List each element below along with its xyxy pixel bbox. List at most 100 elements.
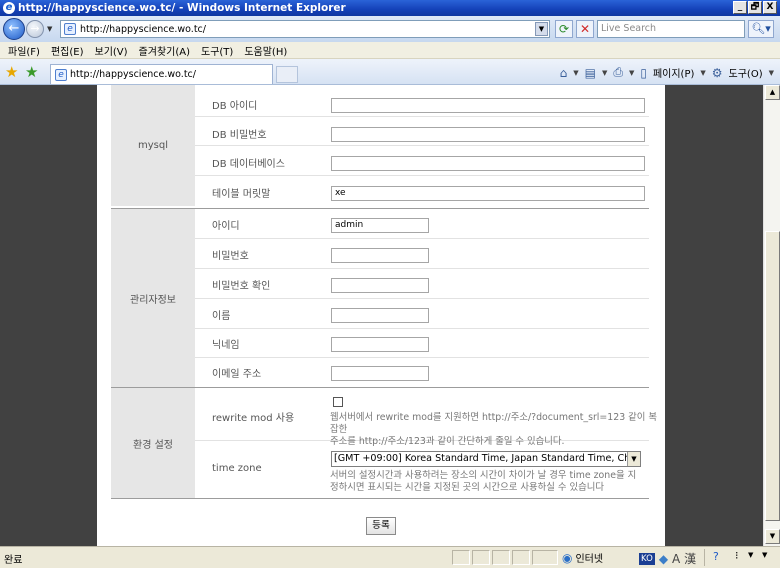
tab-bar: ★ ★ e http://happyscience.wo.tc/ ⌂ ▼ ▤ ▼ ⎙… <box>0 59 780 85</box>
admin-category: 관리자정보 <box>111 209 195 387</box>
page-menu-icon[interactable]: ▯ <box>640 66 647 80</box>
page-menu[interactable]: 페이지(P) <box>653 65 694 80</box>
address-bar[interactable]: e http://happyscience.wo.tc/ ▼ <box>60 20 550 38</box>
timezone-help-line1: 서버의 설정시간과 사용하려는 장소의 시간이 차이가 날 경우 time zo… <box>330 470 637 481</box>
new-tab-button[interactable] <box>276 66 298 83</box>
tab-title: http://happyscience.wo.tc/ <box>70 69 196 80</box>
ime-options-dropdown-icon[interactable]: ▼ <box>748 551 753 559</box>
status-segment <box>492 550 510 565</box>
ime-language-indicator[interactable]: KO <box>639 552 655 565</box>
table-prefix-row: 테이블 머릿말 xe <box>195 176 649 206</box>
menu-tools[interactable]: 도구(T) <box>201 43 233 58</box>
admin-email-input[interactable] <box>331 366 429 381</box>
install-form-panel: mysql DB 아이디 DB 비밀번호 DB 데이터베이스 테이블 머릿말 x… <box>97 85 665 546</box>
page-icon: e <box>64 23 76 35</box>
vertical-scrollbar[interactable]: ▲ ▼ <box>763 85 780 546</box>
print-icon[interactable]: ⎙ <box>613 65 623 80</box>
tools-gear-icon[interactable]: ⚙ <box>712 66 723 80</box>
db-password-row: DB 비밀번호 <box>195 117 649 146</box>
chevron-down-icon[interactable]: ▼ <box>627 452 640 466</box>
admin-password-confirm-input[interactable] <box>331 278 429 293</box>
db-id-label: DB 아이디 <box>212 101 258 112</box>
menu-bar: 파일(F) 편집(E) 보기(V) 즐겨찾기(A) 도구(T) 도움말(H) <box>0 42 780 59</box>
admin-email-row: 이메일 주소 <box>195 358 649 387</box>
address-url[interactable]: http://happyscience.wo.tc/ <box>80 24 206 35</box>
section-divider <box>111 498 649 499</box>
add-favorites-icon[interactable]: ★ <box>25 63 38 81</box>
status-separator <box>704 549 705 566</box>
db-name-row: DB 데이터베이스 <box>195 146 649 176</box>
address-dropdown-icon[interactable]: ▼ <box>535 22 548 36</box>
print-dropdown-icon[interactable]: ▼ <box>629 69 634 77</box>
page-dropdown-icon[interactable]: ▼ <box>700 69 705 77</box>
window-title-bar: e http://happyscience.wo.tc/ - Windows I… <box>0 0 780 16</box>
timezone-label: time zone <box>212 463 262 474</box>
admin-name-label: 이름 <box>212 311 231 322</box>
db-name-input[interactable] <box>331 156 645 171</box>
admin-id-input[interactable]: admin <box>331 218 429 233</box>
status-segment <box>472 550 490 565</box>
admin-id-row: 아이디 admin <box>195 209 649 239</box>
timezone-help-text: 서버의 설정시간과 사용하려는 장소의 시간이 차이가 날 경우 time zo… <box>330 470 636 494</box>
stop-button[interactable]: ✕ <box>576 20 594 38</box>
refresh-button[interactable]: ⟳ <box>555 20 573 38</box>
page-viewport: mysql DB 아이디 DB 비밀번호 DB 데이터베이스 테이블 머릿말 x… <box>0 85 763 546</box>
admin-password-confirm-row: 비밀번호 확인 <box>195 269 649 299</box>
menu-help[interactable]: 도움말(H) <box>244 43 287 58</box>
history-dropdown-icon[interactable]: ▼ <box>47 25 52 33</box>
rewrite-help-line1: 웹서버에서 rewrite mod를 지원하면 http://주소/?docum… <box>330 412 657 435</box>
navigation-bar: ← → ▼ e http://happyscience.wo.tc/ ▼ ⟳ ✕… <box>0 16 780 42</box>
menu-edit[interactable]: 편집(E) <box>51 43 84 58</box>
ime-options-icon[interactable]: ⁝ <box>735 549 739 562</box>
submit-button[interactable]: 등록 <box>366 517 396 535</box>
menu-favorites[interactable]: 즐겨찾기(A) <box>139 43 190 58</box>
ime-char-mode[interactable]: A 漢 <box>672 550 696 567</box>
timezone-selected-value: [GMT +09:00] Korea Standard Time, Japan … <box>334 453 640 464</box>
status-segment <box>512 550 530 565</box>
maximize-button[interactable]: 🗗 <box>748 1 762 14</box>
scroll-up-arrow-icon[interactable]: ▲ <box>765 85 780 100</box>
env-category: 환경 설정 <box>111 388 195 498</box>
tab-current[interactable]: e http://happyscience.wo.tc/ <box>50 64 273 84</box>
help-icon[interactable]: ? <box>713 550 719 563</box>
admin-password-label: 비밀번호 <box>212 251 249 262</box>
window-title: http://happyscience.wo.tc/ - Windows Int… <box>18 2 346 14</box>
feeds-dropdown-icon[interactable]: ▼ <box>602 69 607 77</box>
favorites-star-icon[interactable]: ★ <box>5 63 18 81</box>
ime-mode-icon[interactable]: ◆ <box>659 552 668 566</box>
page-icon: e <box>55 68 67 81</box>
ie-logo-icon: e <box>3 2 15 14</box>
table-prefix-label: 테이블 머릿말 <box>212 189 271 200</box>
menu-file[interactable]: 파일(F) <box>8 43 40 58</box>
menu-view[interactable]: 보기(V) <box>95 43 128 58</box>
search-input[interactable]: Live Search <box>597 20 745 38</box>
rewrite-checkbox[interactable] <box>333 397 343 407</box>
admin-password-input[interactable] <box>331 248 429 263</box>
back-button[interactable]: ← <box>3 18 25 40</box>
admin-password-confirm-label: 비밀번호 확인 <box>212 281 271 292</box>
zoom-dropdown-icon[interactable]: ▼ <box>762 551 767 559</box>
admin-name-input[interactable] <box>331 308 429 323</box>
rewrite-label: rewrite mod 사용 <box>212 413 295 424</box>
home-icon[interactable]: ⌂ <box>560 66 568 80</box>
tools-menu[interactable]: 도구(O) <box>729 65 763 80</box>
home-dropdown-icon[interactable]: ▼ <box>573 69 578 77</box>
feeds-icon[interactable]: ▤ <box>585 66 596 80</box>
minimize-button[interactable]: _ <box>733 1 747 14</box>
timezone-select[interactable]: [GMT +09:00] Korea Standard Time, Japan … <box>331 451 641 467</box>
security-zone[interactable]: ◉ 인터넷 <box>562 550 603 566</box>
table-prefix-input[interactable]: xe <box>331 186 645 201</box>
forward-button[interactable]: → <box>26 20 44 38</box>
command-bar: ⌂ ▼ ▤ ▼ ⎙ ▼ ▯ 페이지(P) ▼ ⚙ 도구(O) ▼ <box>560 65 774 80</box>
scroll-down-arrow-icon[interactable]: ▼ <box>765 529 780 544</box>
tools-dropdown-icon[interactable]: ▼ <box>769 69 774 77</box>
scroll-thumb[interactable] <box>765 231 780 521</box>
globe-icon: ◉ <box>562 550 573 565</box>
search-button[interactable]: 🔍︎▾ <box>748 20 774 38</box>
admin-nickname-input[interactable] <box>331 337 429 352</box>
admin-nickname-row: 닉네임 <box>195 329 649 358</box>
close-button[interactable]: X <box>763 1 777 14</box>
admin-nickname-label: 닉네임 <box>212 340 240 351</box>
db-id-input[interactable] <box>331 98 645 113</box>
db-password-input[interactable] <box>331 127 645 142</box>
